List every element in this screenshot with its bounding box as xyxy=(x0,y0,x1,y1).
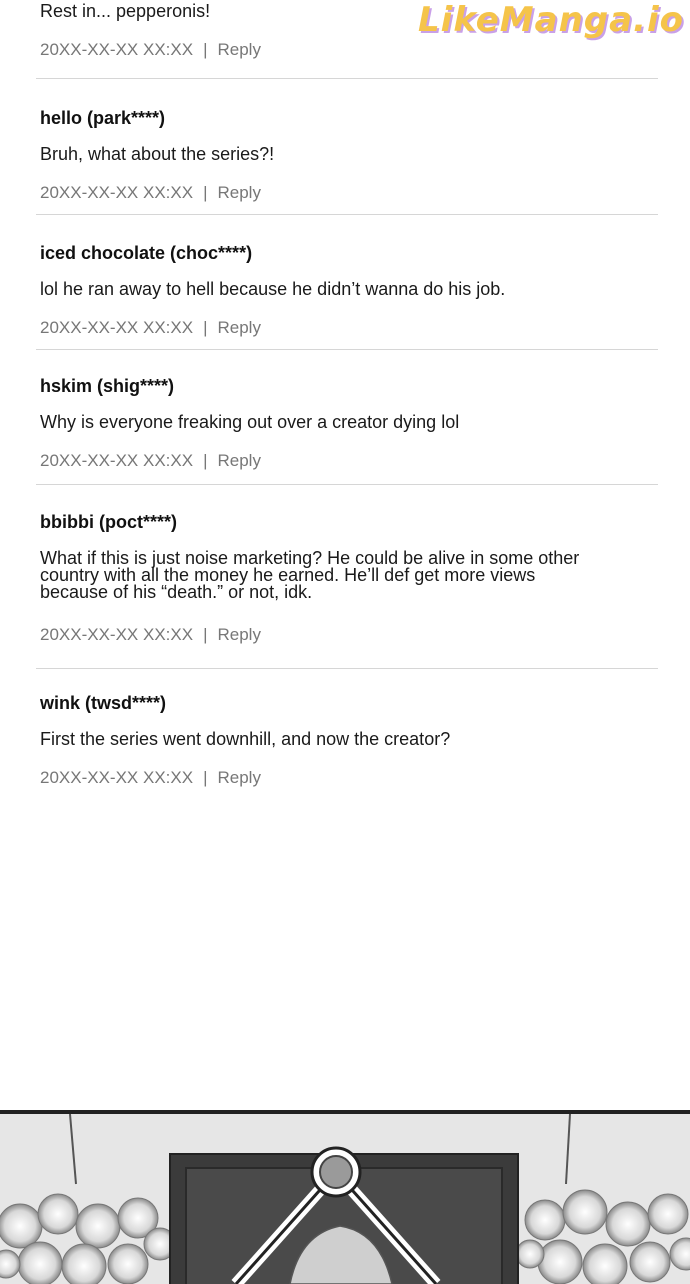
reply-link[interactable]: Reply xyxy=(218,40,261,59)
meta-separator: | xyxy=(203,183,208,202)
comment-item: bbibbi (poct****) What if this is just n… xyxy=(36,485,658,669)
comment-author: wink (twsd****) xyxy=(40,693,167,713)
comment-meta: 20XX-XX-XX XX:XX | Reply xyxy=(40,451,261,471)
comment-author: bbibbi (poct****) xyxy=(40,512,177,532)
comment-meta: 20XX-XX-XX XX:XX | Reply xyxy=(40,625,261,645)
reply-link[interactable]: Reply xyxy=(218,625,261,644)
meta-separator: | xyxy=(203,768,208,787)
comment-text: What if this is just noise marketing? He… xyxy=(40,548,580,602)
comment-text: Bruh, what about the series?! xyxy=(40,144,275,164)
reply-link[interactable]: Reply xyxy=(218,451,261,470)
comment-meta: 20XX-XX-XX XX:XX | Reply xyxy=(40,768,261,788)
reply-link[interactable]: Reply xyxy=(218,318,261,337)
comment-author: iced chocolate (choc****) xyxy=(40,243,253,263)
comment-meta: 20XX-XX-XX XX:XX | Reply xyxy=(40,183,261,203)
reply-link[interactable]: Reply xyxy=(218,183,261,202)
comment-date: 20XX-XX-XX XX:XX xyxy=(40,183,194,202)
comment-item: iced chocolate (choc****) lol he ran awa… xyxy=(36,215,658,350)
comment-text: lol he ran away to hell because he didn’… xyxy=(40,279,506,299)
comment-date: 20XX-XX-XX XX:XX xyxy=(40,625,194,644)
comment-author: hello (park****) xyxy=(40,108,166,128)
comment-item: Rest in... pepperonis! 20XX-XX-XX XX:XX |… xyxy=(36,0,658,79)
comment-text: First the series went downhill, and now … xyxy=(40,729,451,749)
comment-date: 20XX-XX-XX XX:XX xyxy=(40,768,194,787)
meta-separator: | xyxy=(203,318,208,337)
comment-meta: 20XX-XX-XX XX:XX | Reply xyxy=(40,40,261,60)
funeral-scene-graphic xyxy=(0,1114,690,1284)
funeral-portrait-illustration xyxy=(0,1110,690,1284)
comment-text: Rest in... pepperonis! xyxy=(40,1,211,21)
comment-item: wink (twsd****) First the series went do… xyxy=(36,669,658,799)
comment-item: hello (park****) Bruh, what about the se… xyxy=(36,79,658,215)
comment-date: 20XX-XX-XX XX:XX xyxy=(40,40,194,59)
meta-separator: | xyxy=(203,451,208,470)
comment-meta: 20XX-XX-XX XX:XX | Reply xyxy=(40,318,261,338)
comment-text: Why is everyone freaking out over a crea… xyxy=(40,412,460,432)
meta-separator: | xyxy=(203,40,208,59)
comment-item: hskim (shig****) Why is everyone freakin… xyxy=(36,350,658,485)
comment-date: 20XX-XX-XX XX:XX xyxy=(40,451,194,470)
comment-date: 20XX-XX-XX XX:XX xyxy=(40,318,194,337)
comment-author: hskim (shig****) xyxy=(40,376,175,396)
reply-link[interactable]: Reply xyxy=(218,768,261,787)
meta-separator: | xyxy=(203,625,208,644)
